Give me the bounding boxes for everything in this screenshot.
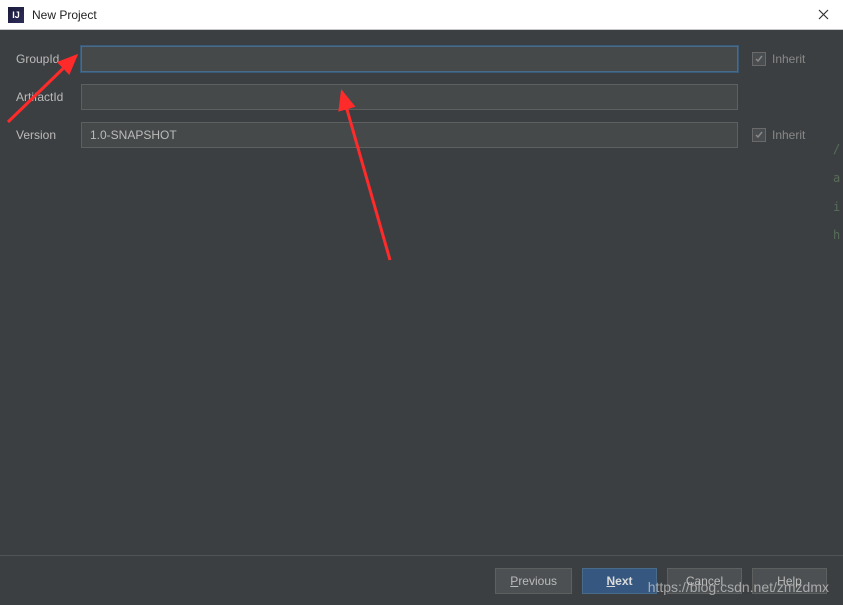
version-input[interactable] <box>81 122 738 148</box>
group-id-input[interactable] <box>81 46 738 72</box>
artifact-id-input[interactable] <box>81 84 738 110</box>
group-id-label: GroupId <box>16 52 81 66</box>
app-icon: IJ <box>8 7 24 23</box>
version-row: Version Inherit <box>16 122 827 148</box>
next-button[interactable]: Next <box>582 568 657 594</box>
dialog-content: GroupId Inherit ArtifactId Version Inher… <box>0 30 843 550</box>
title-bar: IJ New Project <box>0 0 843 30</box>
artifact-id-row: ArtifactId <box>16 84 827 110</box>
inherit-label: Inherit <box>772 128 805 142</box>
checkbox-checked-icon <box>752 128 766 142</box>
version-label: Version <box>16 128 81 142</box>
artifact-id-label: ArtifactId <box>16 90 81 104</box>
inherit-label: Inherit <box>772 52 805 66</box>
dialog-footer: Previous Next Cancel Help <box>0 555 843 605</box>
close-icon <box>818 9 829 20</box>
checkbox-checked-icon <box>752 52 766 66</box>
help-button[interactable]: Help <box>752 568 827 594</box>
close-button[interactable] <box>803 0 843 28</box>
cancel-button[interactable]: Cancel <box>667 568 742 594</box>
window-title: New Project <box>32 8 835 22</box>
group-id-row: GroupId Inherit <box>16 46 827 72</box>
previous-button[interactable]: Previous <box>495 568 572 594</box>
version-inherit[interactable]: Inherit <box>752 128 827 142</box>
group-id-inherit[interactable]: Inherit <box>752 52 827 66</box>
